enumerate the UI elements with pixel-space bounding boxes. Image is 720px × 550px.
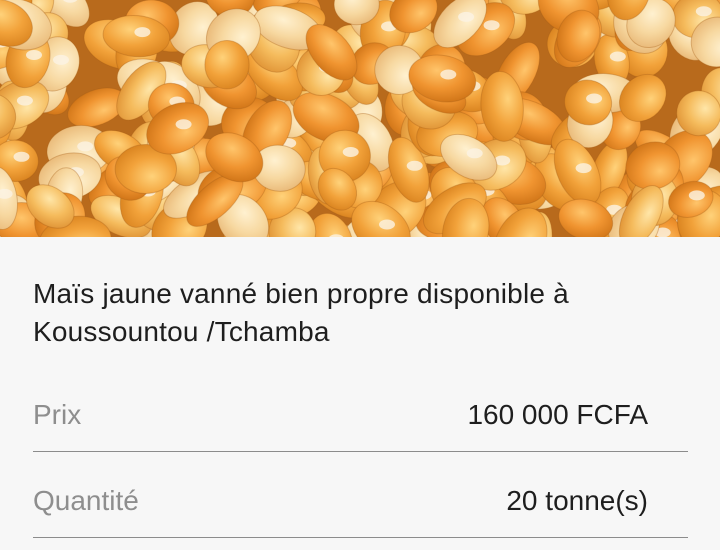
listing-title: Maïs jaune vanné bien propre disponible … bbox=[33, 278, 569, 347]
kernel-tip bbox=[175, 119, 192, 130]
kernel-tip bbox=[379, 219, 395, 230]
kernel-tip bbox=[586, 93, 603, 104]
kernel-tip bbox=[575, 163, 592, 174]
price-row: Prix 160 000 FCFA bbox=[33, 391, 688, 452]
kernel-tip bbox=[13, 151, 30, 162]
kernel-tip bbox=[466, 148, 483, 159]
quantity-value: 20 tonne(s) bbox=[506, 485, 648, 516]
kernel-tip bbox=[16, 95, 33, 106]
maize-kernels-image bbox=[0, 0, 720, 237]
price-label: Prix bbox=[33, 399, 82, 430]
price-value: 160 000 FCFA bbox=[467, 399, 648, 430]
kernel-tip bbox=[609, 51, 626, 62]
listing-card: Maïs jaune vanné bien propre disponible … bbox=[0, 237, 720, 550]
kernel-tip bbox=[695, 6, 712, 17]
kernel-tip bbox=[483, 20, 500, 31]
quantity-row: Quantité 20 tonne(s) bbox=[33, 477, 688, 538]
kernel-tip bbox=[77, 141, 94, 152]
kernel-tip bbox=[440, 69, 457, 80]
kernel-tip bbox=[406, 160, 423, 171]
kernel-tip bbox=[53, 54, 69, 65]
kernel-tip bbox=[134, 27, 151, 38]
product-photo bbox=[0, 0, 720, 237]
kernel-tip bbox=[342, 147, 359, 157]
quantity-label: Quantité bbox=[33, 485, 139, 516]
kernel-tip bbox=[458, 11, 475, 22]
kernel-tip bbox=[688, 190, 705, 201]
kernel-tip bbox=[26, 50, 42, 60]
kernel bbox=[204, 39, 250, 90]
